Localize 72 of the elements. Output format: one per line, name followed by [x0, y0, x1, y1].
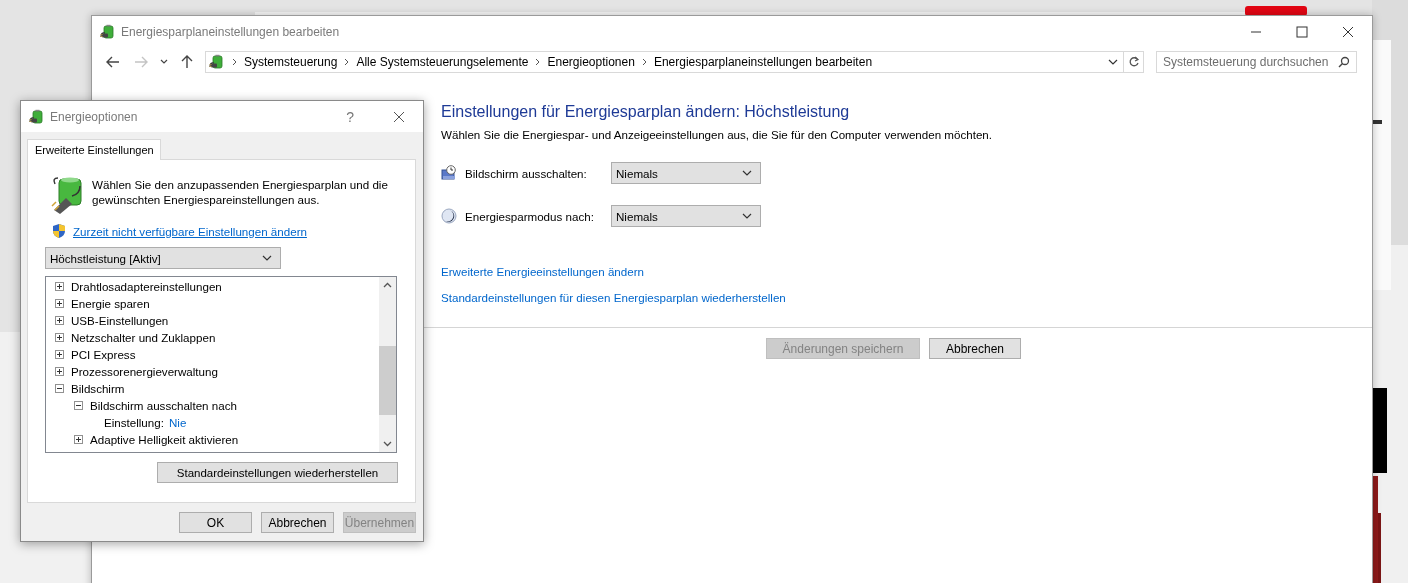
breadcrumb[interactable]: Energieoptionen	[547, 55, 635, 69]
setting-label: Einstellung:	[104, 416, 164, 429]
link[interactable]: Standardeinstellungen für diesen Energiesparplan wiederherstellen	[441, 291, 786, 304]
collapse-icon[interactable]	[74, 401, 83, 410]
expand-icon[interactable]	[55, 299, 64, 308]
shield-icon	[52, 223, 66, 239]
expand-icon[interactable]	[55, 316, 64, 325]
dialog-title: Energieoptionen	[50, 109, 138, 124]
tree-item[interactable]: USB-Einstellungen	[71, 314, 169, 327]
close-icon[interactable]	[1342, 25, 1354, 38]
link[interactable]: Zurzeit nicht verfügbare Einstellungen ändern	[73, 224, 307, 238]
scrollbar[interactable]	[379, 277, 396, 452]
tree-item[interactable]: PCI Express	[71, 348, 136, 361]
power-plan-icon	[29, 108, 45, 125]
power-plan-icon	[209, 54, 225, 70]
chevron-right-icon	[344, 58, 350, 66]
back-icon[interactable]	[105, 54, 121, 70]
chevron-down-icon[interactable]	[160, 59, 168, 65]
chevron-down-icon	[1108, 59, 1118, 65]
close-icon[interactable]	[393, 110, 405, 123]
expand-icon[interactable]	[55, 367, 64, 376]
breadcrumb[interactable]: Alle Systemsteuerungselemente	[356, 55, 529, 69]
search-icon[interactable]	[1338, 56, 1350, 68]
chevron-down-icon	[262, 255, 272, 261]
tab[interactable]: Erweiterte Einstellungen	[27, 139, 161, 160]
page-heading: Einstellungen für Energiesparplan ändern: Höchstleistung	[441, 103, 851, 121]
maximize-icon[interactable]	[1296, 25, 1308, 38]
setting-label: Energiesparmodus nach:	[465, 209, 595, 223]
tree-item[interactable]: Adaptive Helligkeit aktivieren	[90, 433, 239, 446]
chevron-down-icon	[742, 213, 752, 219]
breadcrumb[interactable]: Energiesparplaneinstellungen bearbeiten	[653, 55, 873, 69]
chevron-right-icon	[641, 58, 647, 66]
ok-button[interactable]: OK	[179, 512, 252, 533]
chevron-right-icon	[535, 58, 541, 66]
dropdown[interactable]: Niemals	[611, 162, 761, 184]
tree-item[interactable]: Prozessorenergieverwaltung	[71, 365, 218, 378]
window-title: Energiesparplaneinstellungen bearbeiten	[121, 24, 340, 39]
expand-icon[interactable]	[55, 333, 64, 342]
setting-label: Bildschirm ausschalten:	[465, 166, 588, 180]
collapse-icon[interactable]	[55, 384, 64, 393]
refresh-button[interactable]	[1124, 51, 1144, 73]
monitor-clock-icon	[441, 165, 457, 181]
expand-icon[interactable]	[74, 435, 83, 444]
link[interactable]: Erweiterte Energieeinstellungen ändern	[441, 265, 645, 278]
intro-text: Wählen Sie den anzupassenden Energiesparplan und die gewünschten Energiespareinstellungen aus.	[92, 177, 389, 208]
power-plan-icon	[100, 23, 116, 40]
cancel-button[interactable]: Abbrechen	[929, 338, 1021, 359]
chevron-down-icon	[742, 170, 752, 176]
cancel-button[interactable]: Abbrechen	[261, 512, 334, 533]
tree-item[interactable]: Bildschirm ausschalten nach	[90, 399, 237, 412]
tree-item[interactable]: Netzschalter und Zuklappen	[71, 331, 216, 344]
up-icon[interactable]	[179, 54, 195, 70]
tree-item[interactable]: Drahtlosadaptereinstellungen	[71, 280, 222, 293]
scroll-up-icon[interactable]	[383, 282, 392, 288]
breadcrumb[interactable]: Systemsteuerung	[244, 55, 338, 69]
expand-icon[interactable]	[55, 282, 64, 291]
moon-icon	[441, 208, 457, 224]
restore-defaults-button[interactable]: Standardeinstellungen wiederherstellen	[157, 462, 398, 483]
logo	[1245, 6, 1307, 16]
dropdown[interactable]: Höchstleistung [Aktiv]	[45, 247, 281, 269]
address-bar[interactable]: Systemsteuerung Alle Systemsteuerungselemente Energieoptionen Energiesparplaneinstellungen bearbeiten	[205, 51, 1124, 73]
dropdown[interactable]: Niemals	[611, 205, 761, 227]
search-field[interactable]: Systemsteuerung durchsuchen	[1156, 51, 1357, 73]
expand-icon[interactable]	[55, 350, 64, 359]
tree-item[interactable]: Bildschirm	[71, 382, 125, 395]
scroll-down-icon[interactable]	[383, 441, 392, 447]
chevron-right-icon	[232, 58, 237, 66]
setting-value[interactable]: Nie	[168, 416, 187, 429]
refresh-icon[interactable]	[1127, 56, 1140, 68]
help-button[interactable]: ?	[346, 108, 354, 125]
tree-item[interactable]: Energie sparen	[71, 297, 150, 310]
page-description: Wählen Sie die Energiespar- und Anzeigeeinstellungen aus, die Sie für den Computer verwenden möchten.	[441, 128, 994, 141]
